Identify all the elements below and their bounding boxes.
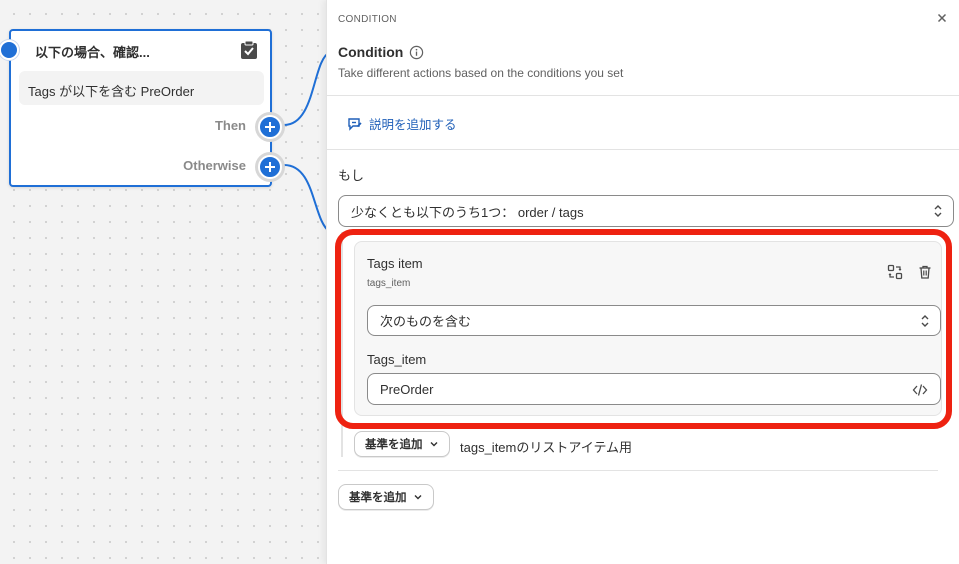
criterion-rail [341,232,343,457]
clipboard-icon [241,40,257,59]
info-icon[interactable] [409,45,424,60]
add-criterion-inner-button[interactable]: 基準を追加 [354,431,450,457]
panel-subtitle: Take different actions based on the cond… [338,66,624,80]
add-criterion-label: 基準を追加 [349,492,407,504]
panel-section-label: CONDITION [338,14,397,25]
divider [338,470,938,471]
divider [327,149,959,150]
node-input-port[interactable] [0,40,19,60]
node-rule-summary: Tags が以下を含む PreOrder [19,71,264,105]
criterion-actions [887,264,933,280]
panel-title-text: Condition [338,44,404,60]
divider [327,95,959,96]
plus-icon [265,162,275,172]
operator-value: 次のものを含む [380,314,472,329]
workflow-canvas[interactable]: 以下の場合、確認... Tags が以下を含む PreOrder Then Ot… [0,0,331,564]
trash-icon[interactable] [917,264,933,280]
select-chevron-icon [934,205,942,217]
code-icon[interactable] [912,382,928,398]
if-label: もし [338,168,365,183]
criterion-title: Tags item [367,256,423,271]
add-criterion-button[interactable]: 基準を追加 [338,484,434,510]
panel-title: Condition [338,44,424,60]
chevron-down-icon [430,442,437,447]
close-icon[interactable] [935,11,949,25]
criterion-card: Tags item tags_item 次のものを含む Tags_item Pr… [354,241,942,416]
otherwise-add-port[interactable] [258,155,282,179]
match-mode-value: 少なくとも以下のうち1つ： order / tags [351,204,584,220]
operator-select[interactable]: 次のものを含む [367,305,941,336]
condition-panel: CONDITION Condition Take different actio… [326,0,959,564]
plus-icon [265,122,275,132]
add-criterion-inner-label: 基準を追加 [365,439,423,451]
add-description-label: 説明を追加する [369,118,457,132]
chevron-down-icon [414,495,421,500]
value-input-text: PreOrder [380,381,434,397]
add-criterion-note: tags_itemのリストアイテム用 [460,440,633,455]
value-field-label: Tags_item [367,352,427,367]
comment-edit-icon [348,117,362,131]
select-chevron-icon [921,314,929,327]
then-add-port[interactable] [258,115,282,139]
then-label: Then [214,118,246,133]
criterion-subtitle: tags_item [367,278,411,289]
add-description-link[interactable]: 説明を追加する [347,114,457,133]
node-title: 以下の場合、確認... [35,45,150,60]
swap-field-icon[interactable] [887,264,903,280]
otherwise-label: Otherwise [183,158,246,173]
match-mode-select[interactable]: 少なくとも以下のうち1つ： order / tags [338,195,954,227]
condition-node[interactable]: 以下の場合、確認... Tags が以下を含む PreOrder Then Ot… [0,29,282,187]
value-input[interactable]: PreOrder [367,373,941,405]
